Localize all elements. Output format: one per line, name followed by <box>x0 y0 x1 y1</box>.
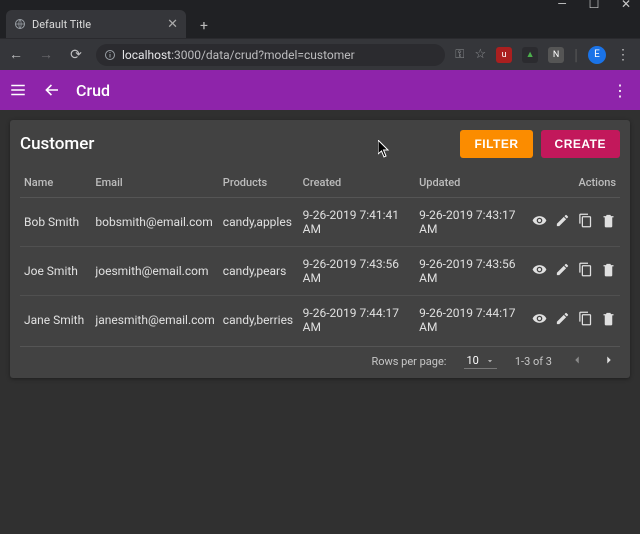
extension-icon-1[interactable]: u <box>496 47 512 63</box>
new-tab-button[interactable]: + <box>192 14 216 38</box>
pagination-range: 1-3 of 3 <box>515 355 552 368</box>
edit-icon[interactable] <box>555 311 570 326</box>
col-products[interactable]: Products <box>219 168 299 198</box>
cell-actions <box>528 296 620 345</box>
col-email[interactable]: Email <box>91 168 218 198</box>
app-title: Crud <box>76 81 598 100</box>
cell-products: candy,berries <box>219 296 299 345</box>
chevron-left-icon <box>570 353 584 367</box>
view-icon[interactable] <box>532 311 547 326</box>
cell-name: Bob Smith <box>20 198 91 247</box>
info-icon <box>104 49 116 61</box>
url-path: :3000/data/crud?model=customer <box>171 48 355 62</box>
rows-per-page-select[interactable]: 10 <box>464 354 496 369</box>
reload-button[interactable]: ⟳ <box>66 47 86 63</box>
nav-drawer-button[interactable] <box>8 80 28 100</box>
copy-icon[interactable] <box>578 262 593 277</box>
page-title: Customer <box>20 134 460 154</box>
cell-email: janesmith@email.com <box>91 296 218 345</box>
col-name[interactable]: Name <box>20 168 91 198</box>
delete-icon[interactable] <box>601 311 616 326</box>
address-bar[interactable]: localhost:3000/data/crud?model=customer <box>96 44 445 66</box>
cell-created: 9-26-2019 7:41:41 AM <box>299 198 415 247</box>
view-icon[interactable] <box>532 213 547 228</box>
table-row: Joe Smithjoesmith@email.comcandy,pears9-… <box>20 247 620 296</box>
view-icon[interactable] <box>532 262 547 277</box>
cell-updated: 9-26-2019 7:43:17 AM <box>415 198 528 247</box>
cell-email: joesmith@email.com <box>91 247 218 296</box>
rows-per-page-label: Rows per page: <box>371 355 446 368</box>
col-actions: Actions <box>528 168 620 198</box>
hamburger-icon <box>9 81 27 99</box>
cell-created: 9-26-2019 7:44:17 AM <box>299 296 415 345</box>
col-updated[interactable]: Updated <box>415 168 528 198</box>
copy-icon[interactable] <box>578 311 593 326</box>
app-back-button[interactable] <box>42 80 62 100</box>
cell-actions <box>528 247 620 296</box>
rows-per-page-value: 10 <box>466 354 478 367</box>
close-tab-button[interactable]: ✕ <box>167 17 178 32</box>
app-menu-button[interactable]: ⋮ <box>612 81 632 100</box>
cell-created: 9-26-2019 7:43:56 AM <box>299 247 415 296</box>
tab-title: Default Title <box>32 18 161 31</box>
cell-products: candy,pears <box>219 247 299 296</box>
cell-email: bobsmith@email.com <box>91 198 218 247</box>
extension-icon-3[interactable]: N <box>548 47 564 63</box>
cell-name: Joe Smith <box>20 247 91 296</box>
delete-icon[interactable] <box>601 262 616 277</box>
filter-button[interactable]: FILTER <box>460 130 532 158</box>
table-row: Jane Smithjanesmith@email.comcandy,berri… <box>20 296 620 345</box>
copy-icon[interactable] <box>578 213 593 228</box>
browser-tab[interactable]: Default Title ✕ <box>6 10 186 38</box>
url-host: localhost <box>122 48 171 62</box>
edit-icon[interactable] <box>555 262 570 277</box>
prev-page-button[interactable] <box>570 353 584 370</box>
profile-avatar[interactable]: E <box>588 46 606 64</box>
chevron-down-icon <box>485 356 495 366</box>
delete-icon[interactable] <box>601 213 616 228</box>
cell-name: Jane Smith <box>20 296 91 345</box>
create-button[interactable]: CREATE <box>541 130 620 158</box>
table-row: Bob Smithbobsmith@email.comcandy,apples9… <box>20 198 620 247</box>
extension-icon-2[interactable]: ▲ <box>522 47 538 63</box>
data-table: Name Email Products Created Updated Acti… <box>20 168 620 344</box>
edit-icon[interactable] <box>555 213 570 228</box>
bookmark-star-icon[interactable]: ☆ <box>474 47 486 62</box>
cell-actions <box>528 198 620 247</box>
cell-updated: 9-26-2019 7:44:17 AM <box>415 296 528 345</box>
next-page-button[interactable] <box>602 353 616 370</box>
back-button[interactable]: ← <box>6 46 26 63</box>
browser-menu-button[interactable]: ⋮ <box>616 47 630 63</box>
arrow-left-icon <box>43 81 61 99</box>
cell-products: candy,apples <box>219 198 299 247</box>
chevron-right-icon <box>602 353 616 367</box>
col-created[interactable]: Created <box>299 168 415 198</box>
globe-icon <box>14 18 26 30</box>
cell-updated: 9-26-2019 7:43:56 AM <box>415 247 528 296</box>
forward-button[interactable]: → <box>36 46 56 63</box>
key-icon[interactable]: ⚿ <box>455 47 464 62</box>
extension-separator: | <box>574 45 578 64</box>
